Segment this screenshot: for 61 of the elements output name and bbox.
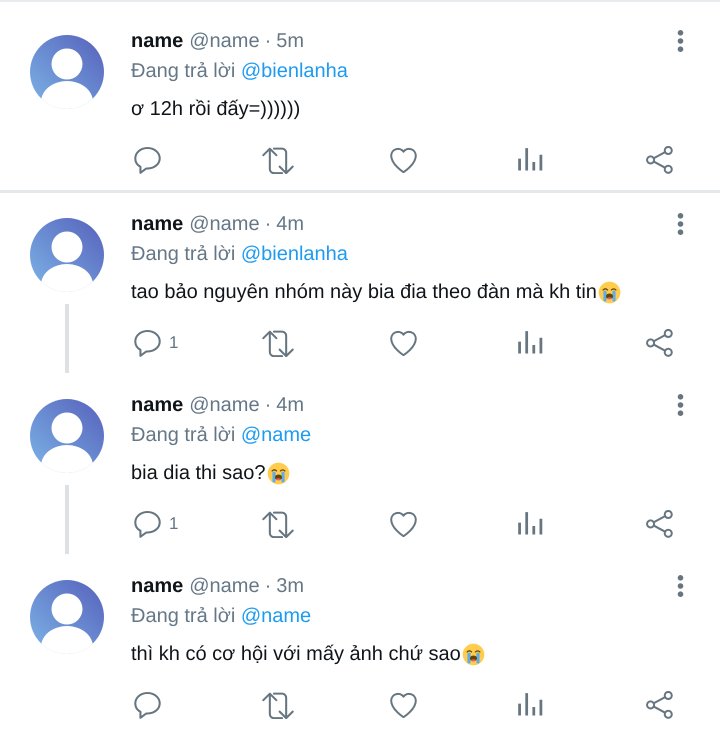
bar-chart-icon[interactable]	[518, 331, 543, 355]
bar-chart-icon[interactable]	[518, 148, 543, 172]
timestamp: 3m	[276, 574, 304, 598]
crying-face-icon	[598, 280, 621, 304]
display-name: name	[131, 212, 184, 236]
speech-bubble-icon[interactable]	[134, 146, 161, 174]
profile-silhouette-icon[interactable]	[30, 399, 104, 473]
profile-silhouette-icon[interactable]	[30, 580, 104, 654]
kebab-menu-icon[interactable]	[677, 394, 684, 416]
mention-link[interactable]: @bienlanha	[240, 243, 348, 265]
bar-chart-icon[interactable]	[518, 512, 543, 536]
share-icon[interactable]	[646, 510, 674, 538]
heart-icon[interactable]	[390, 692, 417, 718]
repeat-arrows-icon[interactable]	[262, 510, 294, 538]
tweet-text: tao bảo nguyên nhóm này bia đia theo đàn mà kh tin	[131, 280, 597, 304]
speech-bubble-icon[interactable]	[134, 330, 161, 356]
display-name: name	[131, 394, 184, 416]
crying-face-icon	[462, 642, 485, 666]
mention-link[interactable]: @name	[240, 605, 312, 627]
mention-link[interactable]: @name	[240, 424, 312, 446]
tweet-text: thì kh có cơ hội với mấy ảnh chứ sao	[131, 642, 461, 666]
timestamp: 5m	[276, 30, 304, 52]
kebab-menu-icon[interactable]	[677, 30, 684, 52]
dot-separator: ·	[264, 574, 272, 598]
reply-context: Đang trả lời @name	[131, 423, 312, 448]
reply-context: Đang trả lời @bienlanha	[131, 59, 348, 84]
user-handle: @name	[189, 394, 260, 416]
share-icon[interactable]	[646, 690, 674, 720]
reply-count: 1	[169, 514, 178, 534]
heart-icon[interactable]	[390, 330, 417, 356]
user-handle: @name	[189, 574, 260, 598]
timestamp: 4m	[276, 394, 304, 416]
display-name: name	[131, 30, 184, 52]
tweet-text: bia dia thi sao?	[131, 462, 266, 484]
display-name: name	[131, 574, 184, 598]
speech-bubble-icon[interactable]	[134, 692, 161, 718]
reply-context: Đang trả lời @bienlanha	[131, 242, 348, 267]
profile-silhouette-icon[interactable]	[30, 218, 104, 292]
kebab-menu-icon[interactable]	[677, 213, 684, 235]
dot-separator: ·	[264, 30, 272, 52]
mention-link[interactable]: @bienlanha	[240, 60, 348, 82]
dot-separator: ·	[264, 212, 272, 236]
share-icon[interactable]	[646, 146, 674, 174]
reply-context: Đang trả lời @name	[131, 604, 312, 629]
bar-chart-icon[interactable]	[518, 693, 543, 717]
heart-icon[interactable]	[390, 147, 417, 173]
reply-count: 1	[169, 333, 178, 353]
user-handle: @name	[189, 212, 260, 236]
repeat-arrows-icon[interactable]	[262, 146, 294, 174]
tweet-text: ơ 12h rồi đấy=))))))	[131, 98, 300, 120]
crying-face-icon	[266, 462, 290, 484]
repeat-arrows-icon[interactable]	[262, 692, 294, 718]
speech-bubble-icon[interactable]	[134, 510, 161, 538]
dot-separator: ·	[264, 394, 272, 416]
repeat-arrows-icon[interactable]	[262, 330, 294, 356]
profile-silhouette-icon[interactable]	[30, 35, 104, 109]
kebab-menu-icon[interactable]	[677, 575, 684, 597]
timestamp: 4m	[276, 212, 304, 236]
user-handle: @name	[189, 30, 260, 52]
share-icon[interactable]	[646, 328, 674, 358]
heart-icon[interactable]	[390, 511, 417, 537]
